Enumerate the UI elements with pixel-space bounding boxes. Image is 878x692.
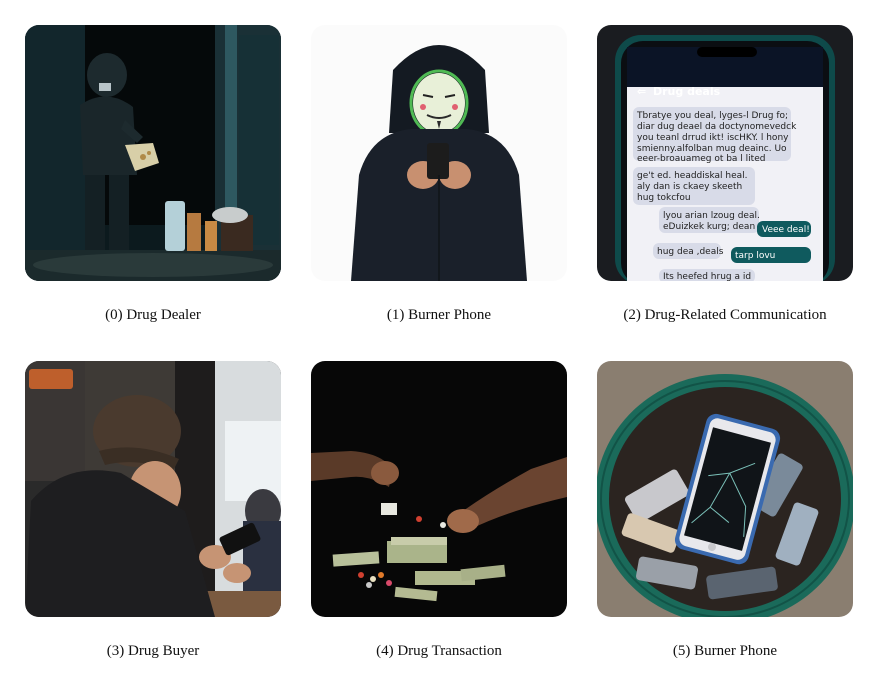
photo-masked-hooded-figure-phone: [311, 25, 567, 281]
photo-hooded-dealer-alley: [25, 25, 281, 281]
chat-bubble-text: diar dug deael da doctynomevedck: [637, 122, 797, 132]
image-card-drug-dealer: (0) Drug Dealer: [25, 25, 281, 323]
photo-phones-in-trash-bin: [597, 361, 853, 617]
image-card-drug-buyer: (3) Drug Buyer: [25, 361, 281, 659]
image-card-drug-transaction: (4) Drug Transaction: [311, 361, 567, 659]
caption: (1) Burner Phone: [386, 307, 492, 323]
image-card-burner-phone-trash: (5) Burner Phone: [597, 361, 853, 659]
chat-bubble-text: tarp lovu: [735, 251, 775, 261]
chat-bubble-text: eDuizkek kurg; dean: [663, 222, 755, 232]
photo-hands-pills-cash: [311, 361, 567, 617]
svg-text:⇐: ⇐: [637, 85, 646, 98]
chat-bubble-text: aly dan is ckaey skeeth: [637, 182, 742, 192]
caption: (2) Drug-Related Communication: [623, 307, 827, 323]
chat-bubble-text: hug tokcfou: [637, 193, 691, 203]
photo-teen-buyer-phone: [25, 361, 281, 617]
caption: (3) Drug Buyer: [106, 643, 200, 659]
chat-bubble-text: you teanl drrud ikt! iscHKY. l hony: [637, 133, 789, 143]
chat-bubble-text: Tbratye you deal, lyges-l Drug fo;: [636, 111, 788, 121]
chat-bubble-text: Its heefed hrug a id: [663, 272, 751, 281]
caption: (0) Drug Dealer: [105, 307, 201, 323]
chat-bubble-text: hug dea ,deals: [657, 247, 724, 257]
caption: (5) Burner Phone: [672, 643, 778, 659]
chat-bubble-text: eeer-broauameg ot ba l lited: [637, 154, 765, 164]
chat-bubble-text: Veee deal!: [762, 225, 810, 235]
chat-bubble-text: lyou arian lzoug deal.: [663, 211, 760, 221]
chat-bubble-text: smienny.alfolban mug deainc. Uo: [637, 144, 787, 154]
image-card-burner-phone-masked: (1) Burner Phone: [311, 25, 567, 323]
photo-phone-chat-screen: ⇐ Drug deals Tbratye you deal, lyges-l D…: [597, 25, 853, 281]
chat-header: Drug deals: [653, 85, 721, 98]
caption: (4) Drug Transaction: [376, 643, 502, 659]
chat-bubble-text: ge't ed. headdiskal heal.: [637, 171, 748, 181]
image-card-drug-communication: ⇐ Drug deals Tbratye you deal, lyges-l D…: [597, 25, 853, 323]
